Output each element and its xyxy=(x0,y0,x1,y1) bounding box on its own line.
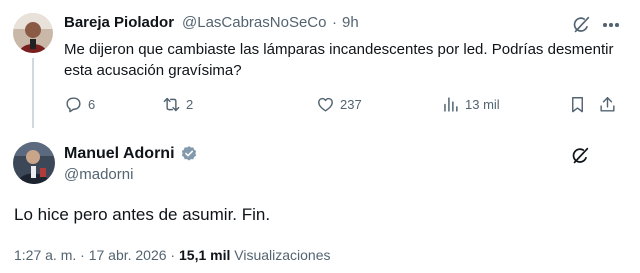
retweet-count: 2 xyxy=(186,97,194,112)
share-icon xyxy=(600,97,615,112)
reply-icon xyxy=(66,97,81,113)
tweet-views-label: Visualizaciones xyxy=(230,247,331,263)
like-icon xyxy=(318,97,333,112)
tweet-meta: 1:27 a. m. · 17 abr. 2026 · 15,1 mil Vis… xyxy=(14,247,331,263)
reply-author-handle[interactable]: @LasCabrasNoSeCo xyxy=(182,14,326,31)
views-count: 13 mil xyxy=(465,97,500,112)
reply-count: 6 xyxy=(88,97,96,112)
tweet-views-count: 15,1 mil xyxy=(179,247,231,263)
grok-icon[interactable] xyxy=(570,14,592,36)
main-author-handle[interactable]: @madorni xyxy=(64,166,133,183)
retweet-button[interactable]: 2 xyxy=(162,95,193,114)
main-author-name-row: Manuel Adorni xyxy=(64,145,198,163)
tweet-timestamp[interactable]: 1:27 a. m. · 17 abr. 2026 · xyxy=(14,247,179,263)
like-count: 237 xyxy=(340,97,362,112)
reply-button[interactable]: 6 xyxy=(64,95,95,114)
reply-author-avatar[interactable] xyxy=(13,13,53,53)
main-tweet-text: Lo hice pero antes de asumir. Fin. xyxy=(14,205,271,224)
reply-author-name[interactable]: Bareja Piolador xyxy=(64,14,174,31)
verified-badge-icon[interactable] xyxy=(180,145,198,163)
reply-tweet-text: Me dijeron que cambiaste las lámparas in… xyxy=(64,41,614,79)
retweet-icon xyxy=(163,97,180,112)
share-button[interactable] xyxy=(598,95,617,114)
reply-timestamp[interactable]: 9h xyxy=(342,14,359,31)
thread-connector-line xyxy=(32,58,34,128)
more-options-icon[interactable] xyxy=(600,14,622,36)
main-author-avatar[interactable] xyxy=(13,142,55,184)
separator-dot: · xyxy=(332,14,337,31)
views-icon xyxy=(444,97,458,112)
main-author-name[interactable]: Manuel Adorni xyxy=(64,145,175,163)
like-button[interactable]: 237 xyxy=(316,95,362,114)
grok-icon[interactable] xyxy=(569,145,591,167)
bookmark-button[interactable] xyxy=(568,95,587,114)
views-button[interactable]: 13 mil xyxy=(441,95,500,114)
bookmark-icon xyxy=(572,97,583,113)
